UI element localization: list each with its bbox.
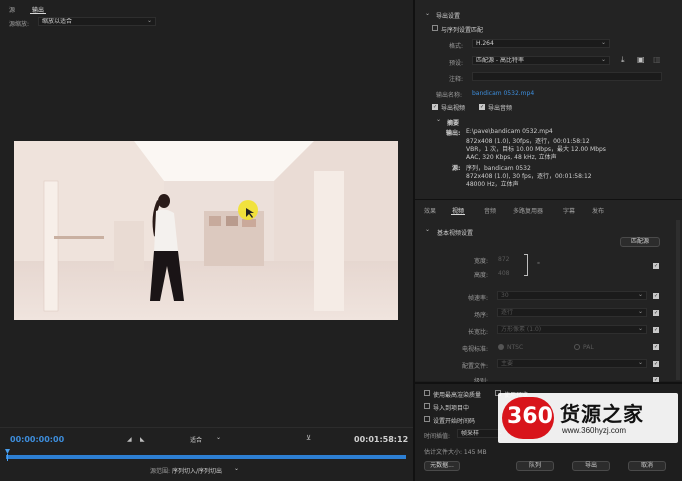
tab-source[interactable]: 源: [9, 5, 15, 14]
source-range-value: 序列切入/序列切出: [172, 468, 223, 475]
import-project-label: 导入到项目中: [433, 405, 470, 412]
frame-rate-label: 帧速率:: [468, 295, 489, 302]
ntsc-label: NTSC: [507, 344, 524, 351]
summary-header: 摘要: [447, 120, 460, 127]
source-scale-label: 源缩放:: [9, 21, 30, 28]
tab-multiplexer[interactable]: 多路复用器: [513, 206, 543, 215]
preset-label: 预设:: [449, 60, 464, 67]
import-preset-icon[interactable]: ▣: [637, 55, 645, 64]
summary-output-line: AAC, 320 Kbps, 48 kHz, 立体声: [466, 154, 557, 161]
summary-source-label: 源:: [452, 165, 461, 172]
pal-radio[interactable]: [574, 344, 580, 350]
watermark: 360 货源之家 www.360hyzj.com: [498, 393, 678, 443]
source-scale-dropdown[interactable]: 缩放以适合: [38, 17, 156, 26]
tv-standard-checkbox[interactable]: [653, 343, 659, 350]
aspect-icon[interactable]: ⊻: [306, 434, 311, 442]
basic-video-header: 基本视频设置: [437, 230, 474, 237]
pal-label: PAL: [583, 344, 594, 351]
timecode-end: 00:01:58:12: [354, 435, 409, 444]
field-order-checkbox[interactable]: [653, 309, 659, 316]
tab-publish[interactable]: 发布: [592, 206, 604, 215]
watermark-brand: 货源之家: [560, 402, 644, 426]
output-name-link[interactable]: bandicam 0532.mp4: [472, 90, 534, 97]
height-label: 高度:: [474, 272, 489, 279]
profile-dropdown[interactable]: 主要: [497, 359, 647, 368]
timecode-start[interactable]: 00:00:00:00: [10, 435, 64, 444]
interpolation-label: 时间插值:: [424, 433, 451, 440]
video-preview: [14, 141, 398, 320]
settings-scrollbar[interactable]: [676, 220, 680, 380]
mark-out-icon[interactable]: ◣: [140, 436, 145, 443]
import-project-checkbox[interactable]: [424, 403, 430, 411]
tab-output-underline: [30, 13, 46, 14]
export-video-checkbox[interactable]: [432, 103, 438, 110]
aspect-checkbox[interactable]: [653, 326, 659, 333]
match-sequence-label: 与序列设置匹配: [441, 27, 484, 34]
export-button[interactable]: 导出: [572, 461, 610, 471]
delete-preset-icon[interactable]: ▥: [653, 55, 661, 64]
max-render-label: 使用最高渲染质量: [433, 392, 482, 399]
frame-rate-checkbox[interactable]: [653, 292, 659, 299]
tab-effects[interactable]: 效果: [424, 206, 436, 215]
aspect-label: 长宽比:: [468, 329, 489, 336]
ntsc-radio[interactable]: [498, 344, 504, 350]
link-bracket-icon: [524, 254, 528, 276]
match-sequence-checkbox[interactable]: [432, 25, 438, 33]
tv-standard-label: 电视标准:: [462, 346, 489, 353]
format-dropdown[interactable]: H.264: [472, 39, 610, 48]
export-settings-chevron-icon[interactable]: ⌄: [425, 10, 430, 17]
tab-audio[interactable]: 音频: [484, 206, 496, 215]
settings-tabs-divider: [415, 199, 682, 200]
export-settings-header: 导出设置: [436, 13, 461, 20]
watermark-url: www.360hyzj.com: [562, 426, 627, 435]
frame-rate-dropdown[interactable]: 30: [497, 291, 647, 300]
queue-button[interactable]: 队列: [516, 461, 554, 471]
link-chain-icon[interactable]: ⚭: [536, 260, 541, 267]
source-range-label: 源范围:: [150, 468, 171, 475]
width-checkbox[interactable]: [653, 262, 659, 269]
fit-value: 适合: [190, 437, 203, 444]
timeline-track[interactable]: [6, 455, 406, 459]
comment-input[interactable]: [472, 72, 662, 81]
summary-output-label: 输出:: [446, 130, 461, 137]
fit-dropdown[interactable]: 适合 ⌄: [190, 434, 224, 444]
save-preset-icon[interactable]: ⤓: [621, 55, 625, 65]
mark-in-icon[interactable]: ◢: [127, 436, 132, 443]
watermark-logo-text: 360: [507, 404, 553, 429]
tab-video-underline: [451, 214, 465, 215]
match-source-button[interactable]: 匹配源: [620, 237, 660, 247]
aspect-dropdown[interactable]: 方形像素 (1.0): [497, 325, 647, 334]
chevron-down-icon: ⌄: [216, 434, 222, 441]
field-order-dropdown[interactable]: 逐行: [497, 308, 647, 317]
start-timecode-label: 设置开始时间码: [433, 418, 476, 425]
height-value: 408: [498, 270, 510, 277]
comment-label: 注释:: [449, 76, 464, 83]
source-range-dropdown[interactable]: 序列切入/序列切出 ⌄: [172, 465, 240, 475]
file-size-label: 估计文件大小: 145 MB: [424, 449, 487, 456]
cancel-button[interactable]: 取消: [628, 461, 666, 471]
max-render-checkbox[interactable]: [424, 390, 430, 398]
profile-checkbox[interactable]: [653, 360, 659, 367]
summary-chevron-icon[interactable]: ⌄: [436, 116, 441, 123]
video-frame-image: [14, 141, 398, 320]
chevron-down-icon: ⌄: [234, 465, 240, 472]
tab-captions[interactable]: 字幕: [563, 206, 575, 215]
export-audio-label: 导出音频: [488, 105, 513, 112]
summary-output-line: E:\pave\bandicam 0532.mp4: [466, 128, 553, 135]
playhead-handle[interactable]: [5, 449, 10, 461]
format-label: 格式:: [449, 43, 464, 50]
basic-video-chevron-icon[interactable]: ⌄: [425, 226, 430, 233]
export-audio-checkbox[interactable]: [479, 103, 485, 110]
output-name-label: 输出名称:: [436, 92, 463, 99]
width-label: 宽度:: [474, 258, 489, 265]
metadata-button[interactable]: 元数据...: [424, 461, 460, 471]
start-timecode-checkbox[interactable]: [424, 416, 430, 424]
export-video-label: 导出视频: [441, 105, 466, 112]
width-value: 872: [498, 256, 510, 263]
profile-label: 配置文件:: [462, 363, 489, 370]
preset-dropdown[interactable]: 匹配源 - 高比特率: [472, 56, 610, 65]
transport-divider: [0, 427, 413, 428]
summary-source-line: 48000 Hz，立体声: [466, 181, 519, 188]
field-order-label: 场序:: [474, 312, 489, 319]
